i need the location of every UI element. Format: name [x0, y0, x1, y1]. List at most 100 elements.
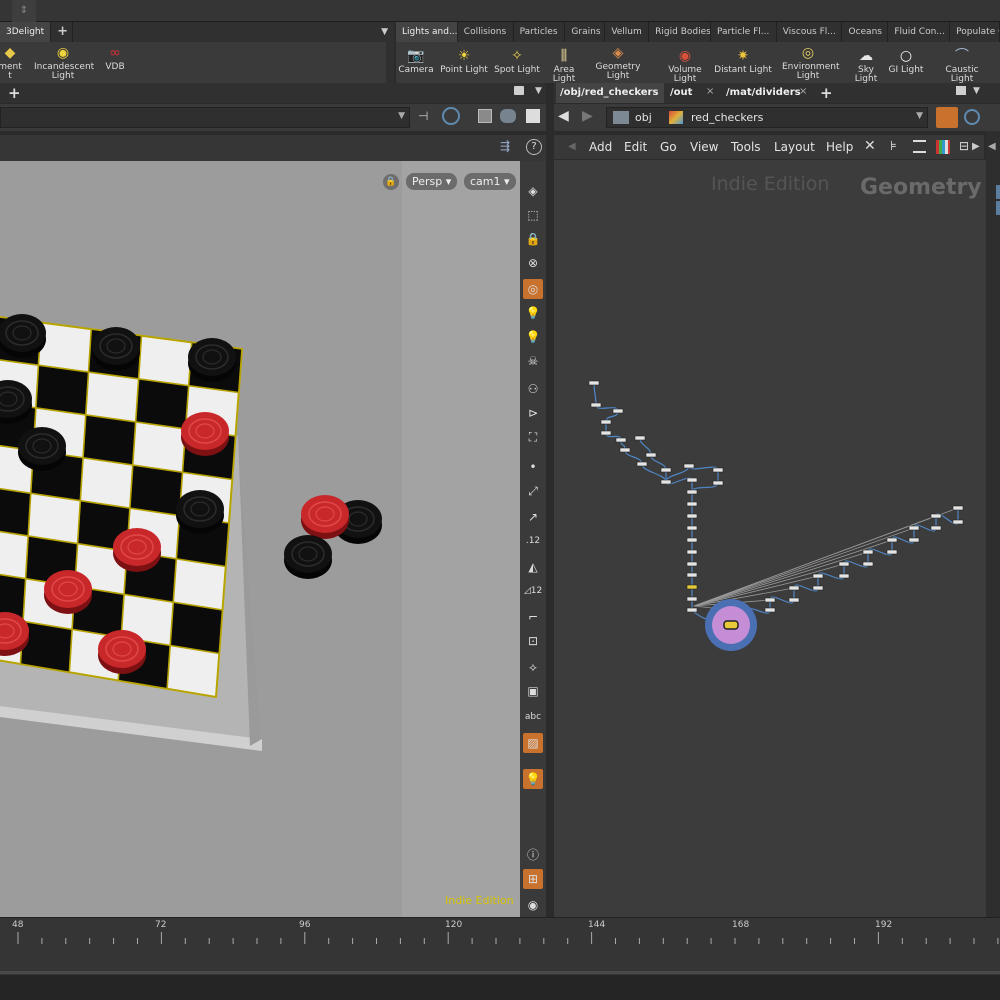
link-target-icon[interactable]	[442, 107, 460, 125]
maximize-network-pane-icon[interactable]	[956, 86, 966, 95]
cone-icon[interactable]: ⊳	[523, 403, 543, 423]
viewport-path-field[interactable]: ▼	[0, 107, 410, 128]
pane-menu-arrow-icon[interactable]: ▼	[535, 86, 542, 96]
edge-icon[interactable]: ▣	[523, 681, 543, 701]
shelf-tab-3[interactable]: Grains	[565, 22, 606, 42]
shelf-tab-5[interactable]: Rigid Bodies	[649, 22, 711, 42]
view-mode-menu[interactable]: Persp ▾	[406, 173, 458, 190]
menu-left-arrow-icon[interactable]: ◀	[568, 141, 576, 152]
menu-right-arrow-icon[interactable]: ▶	[972, 141, 980, 152]
shelf-tool-caustic-light[interactable]: ⌒ Caustic Light	[934, 42, 990, 84]
pane-splitter[interactable]	[546, 83, 554, 917]
vertex-icon[interactable]: ⊡	[523, 631, 543, 651]
shelf-tool-incandescent-light[interactable]: ◉ Incandescent Light	[34, 42, 94, 83]
path-segment-red-checkers[interactable]: red_checkers	[691, 111, 763, 124]
shelf-tool-camera[interactable]: 📷 Camera	[398, 42, 434, 83]
view-eye-icon[interactable]: ◉	[523, 895, 543, 915]
add-network-tab-icon[interactable]: +	[820, 83, 833, 103]
collapse-handle-icon[interactable]: ⇕	[12, 0, 36, 22]
list-view-icon[interactable]	[913, 140, 926, 153]
light-display-icon[interactable]: 💡	[523, 769, 543, 789]
primitive-numbers-icon[interactable]: ◿12	[523, 581, 543, 601]
wireframe-toggle-icon[interactable]: ◎	[523, 279, 543, 299]
parameter-tab-marker[interactable]	[996, 185, 1000, 199]
vectors-icon[interactable]: ↗	[523, 507, 543, 527]
menu-view[interactable]: View	[690, 135, 718, 159]
network-pane-menu-icon[interactable]: ▼	[973, 86, 980, 96]
tab-obj-red-checkers[interactable]: /obj/red_checkers×	[556, 83, 664, 118]
primitive-normals-icon[interactable]: ◭	[523, 557, 543, 577]
shelf-tool-area-light[interactable]: ⫼ Area Light	[542, 42, 586, 84]
shelf-tab-6[interactable]: Particle Fl...	[711, 22, 777, 42]
menu-add[interactable]: Add	[589, 135, 612, 159]
shelf-tab-10[interactable]: Populate Co	[950, 22, 1000, 42]
add-shelf-tab-icon[interactable]: +	[51, 22, 74, 42]
shelf-tool-point-light[interactable]: ☀ Point Light	[440, 42, 488, 83]
add-tab-icon[interactable]: +	[8, 83, 21, 103]
shelf-tab-4[interactable]: Vellum	[605, 22, 650, 42]
shelf-tab-1[interactable]: Collisions	[458, 22, 514, 42]
snapping-icon[interactable]: ⇶	[500, 139, 510, 153]
background-icon[interactable]	[526, 109, 540, 123]
shelf-tab-3delight[interactable]: 3Delight	[0, 22, 52, 42]
timeline[interactable]: 48 72 96 120 144 168 192	[0, 917, 1000, 975]
background-image-icon[interactable]: ▨	[523, 733, 543, 753]
path-dropdown-icon[interactable]: ▼	[398, 111, 405, 121]
menu-go[interactable]: Go	[660, 135, 677, 159]
camera-menu[interactable]: cam1 ▾	[464, 173, 516, 190]
forward-arrow-icon[interactable]: ▶	[582, 108, 593, 124]
shelf-tab-8[interactable]: Oceans	[842, 22, 889, 42]
menu-tools[interactable]: Tools	[731, 135, 761, 159]
group-icon[interactable]: ⚇	[523, 379, 543, 399]
shelf-tool-geometry-light[interactable]: ◈ Geometry Light	[592, 42, 644, 83]
viewport-layout-icon[interactable]: ⊞	[523, 869, 543, 889]
tree-view-icon[interactable]: ⊧	[890, 139, 897, 154]
collapse-panel-icon[interactable]: ◀	[988, 141, 996, 152]
close-tab-dividers-icon[interactable]: ×	[799, 86, 807, 97]
menu-help[interactable]: Help	[826, 135, 853, 159]
lock-camera-icon[interactable]: 🔒	[383, 174, 399, 190]
shelf-tab-0[interactable]: Lights and...	[396, 22, 458, 42]
pin-icon[interactable]: ⊣	[418, 109, 428, 123]
menu-layout[interactable]: Layout	[774, 135, 815, 159]
network-path-field[interactable]: obj red_checkers ▼	[606, 107, 928, 128]
path-segment-obj[interactable]: obj	[635, 111, 652, 124]
pivot-icon[interactable]: ⟡	[523, 657, 543, 677]
help-icon[interactable]: ?	[526, 139, 542, 155]
camera-view-icon[interactable]: ⛶	[523, 427, 543, 447]
parameter-tab-marker-2[interactable]	[996, 201, 1000, 215]
text-display-icon[interactable]: abc	[523, 707, 543, 727]
info-icon[interactable]: ⓘ	[523, 845, 543, 865]
ghost-icon[interactable]: ⊗	[523, 253, 543, 273]
normals-icon[interactable]: ⤢	[523, 481, 543, 501]
lock-icon[interactable]: 🔒	[523, 229, 543, 249]
back-arrow-icon[interactable]: ◀	[558, 108, 569, 124]
network-link-icon[interactable]	[964, 109, 980, 125]
shelf-menu-arrow-icon[interactable]: ▼	[375, 22, 394, 42]
timeline-range-bar[interactable]	[0, 971, 1000, 974]
maximize-pane-icon[interactable]	[514, 86, 524, 95]
shelf-tool-volume-light[interactable]: ◉ Volume Light	[656, 42, 714, 84]
shelf-tool-sky-light[interactable]: ☁ Sky Light	[848, 42, 884, 84]
shelf-tab-9[interactable]: Fluid Con...	[888, 22, 951, 42]
shading-skull-icon[interactable]: ☠	[523, 351, 543, 371]
headlight-icon[interactable]: 💡	[523, 327, 543, 347]
light-bulb-icon[interactable]: 💡	[523, 303, 543, 323]
shelf-tool-environment-light[interactable]: ◎ Environment Light	[782, 42, 839, 83]
menu-edit[interactable]: Edit	[624, 135, 647, 159]
shelf-tab-2[interactable]: Particles	[514, 22, 566, 42]
scene-viewport[interactable]: 🔒 Persp ▾ cam1 ▾ Indie Edition	[0, 161, 520, 917]
close-tab-out-icon[interactable]: ×	[706, 86, 714, 97]
tab-mat-dividers[interactable]: /mat/dividers	[722, 83, 804, 103]
shelf-divider[interactable]	[386, 42, 394, 83]
tools-wrench-icon[interactable]: ✕	[864, 138, 876, 154]
shelf-tool-distant-light[interactable]: ✷ Distant Light	[714, 42, 772, 83]
visibility-icon[interactable]: ◈	[523, 181, 543, 201]
point-numbers-icon[interactable]: .12	[523, 531, 543, 551]
network-editor[interactable]: Indie Edition Geometry	[554, 160, 986, 917]
network-path-dropdown-icon[interactable]: ▼	[916, 111, 923, 121]
shelf-tool-spot-light[interactable]: ✧ Spot Light	[494, 42, 540, 83]
shelf-tool-gi-light[interactable]: ○ GI Light	[888, 42, 924, 83]
shape-palette-icon[interactable]: ⊟	[959, 139, 969, 153]
pin-network-icon[interactable]	[936, 107, 958, 128]
